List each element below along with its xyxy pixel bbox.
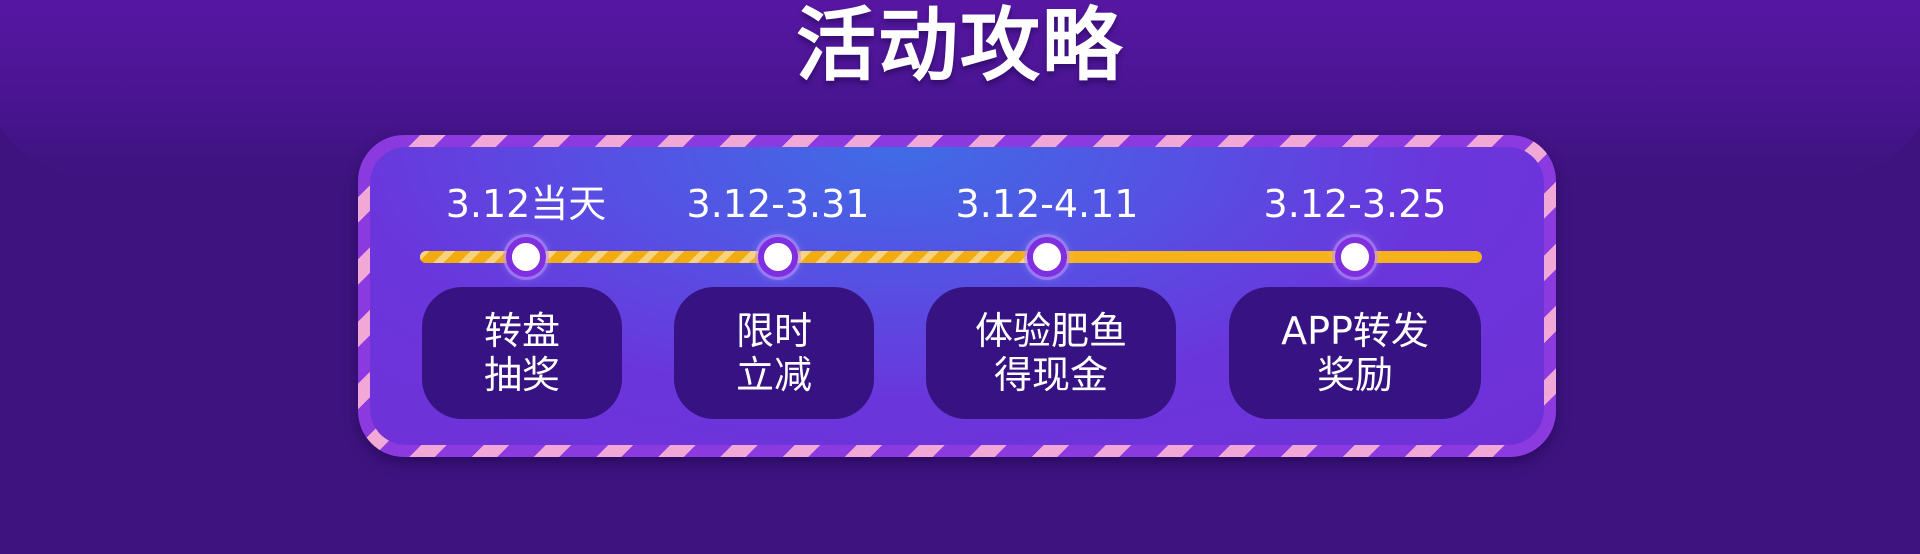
step-3-marker [1027, 237, 1067, 277]
step-1-label-line-1: 转盘 [483, 309, 560, 353]
step-2-marker [758, 237, 798, 277]
timeline-panel: 3.12当天 转盘 抽奖 3.12-3.31 限时 立减 3.12-4.11 体… [370, 147, 1544, 445]
step-4-marker [1335, 237, 1375, 277]
step-1-marker [506, 237, 546, 277]
step-3-date: 3.12-4.11 [955, 182, 1139, 226]
step-1-label-line-2: 抽奖 [483, 353, 560, 397]
step-2-label-line-2: 立减 [735, 353, 812, 397]
step-4-label-line-2: 奖励 [1316, 353, 1393, 397]
step-4-card[interactable]: APP转发 奖励 [1229, 287, 1481, 419]
step-3-card[interactable]: 体验肥鱼 得现金 [926, 287, 1176, 419]
step-2-label-line-1: 限时 [735, 309, 812, 353]
timeline-bar [420, 251, 1482, 263]
step-4-date: 3.12-3.25 [1263, 182, 1447, 226]
step-1-card[interactable]: 转盘 抽奖 [422, 287, 622, 419]
step-1-date: 3.12当天 [445, 182, 607, 226]
step-4-label-line-1: APP转发 [1281, 309, 1429, 353]
step-3-label-line-2: 得现金 [993, 353, 1108, 397]
step-2-date: 3.12-3.31 [686, 182, 870, 226]
activity-guide-banner: 活动攻略 3.12当天 转盘 抽奖 3.12-3.31 限时 立减 3.12-4… [0, 0, 1920, 554]
striped-frame: 3.12当天 转盘 抽奖 3.12-3.31 限时 立减 3.12-4.11 体… [358, 135, 1556, 457]
page-title: 活动攻略 [796, 0, 1124, 92]
step-2-card[interactable]: 限时 立减 [674, 287, 874, 419]
step-3-label-line-1: 体验肥鱼 [974, 309, 1127, 353]
